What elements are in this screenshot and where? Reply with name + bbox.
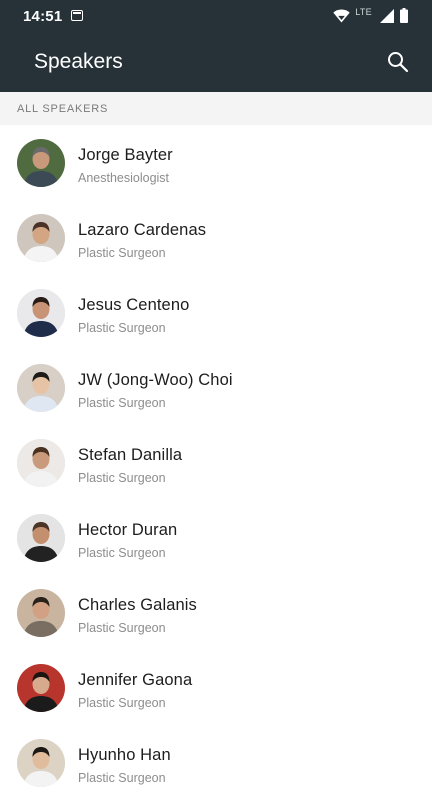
speaker-list-item[interactable]: Charles Galanis Plastic Surgeon: [0, 575, 432, 650]
speaker-role: Anesthesiologist: [78, 171, 170, 185]
speaker-list-item[interactable]: Jennifer Gaona Plastic Surgeon: [0, 650, 432, 725]
speaker-avatar: [17, 664, 65, 712]
speaker-role: Plastic Surgeon: [78, 321, 166, 335]
speaker-name: Stefan Danilla: [78, 446, 183, 464]
page-title: Speakers: [34, 50, 123, 73]
speaker-list-item[interactable]: JW (Jong-Woo) Choi Plastic Surgeon: [0, 350, 432, 425]
speaker-name: Hector Duran: [78, 521, 178, 539]
speaker-name: Jorge Bayter: [78, 146, 173, 164]
speaker-list: Jorge Bayter Anesthesiologist Lazaro Carde…: [0, 125, 432, 800]
calendar-icon: [71, 10, 83, 21]
speaker-avatar: [17, 739, 65, 787]
speaker-list-item[interactable]: Hyunho Han Plastic Surgeon: [0, 725, 432, 800]
speaker-list-item[interactable]: Jesus Centeno Plastic Surgeon: [0, 275, 432, 350]
speaker-role: Plastic Surgeon: [78, 771, 166, 785]
speaker-role: Plastic Surgeon: [78, 396, 166, 410]
speaker-role: Plastic Surgeon: [78, 546, 166, 560]
speaker-list-item[interactable]: Jorge Bayter Anesthesiologist: [0, 125, 432, 200]
speaker-list-item[interactable]: Hector Duran Plastic Surgeon: [0, 500, 432, 575]
speaker-list-item[interactable]: Lazaro Cardenas Plastic Surgeon: [0, 200, 432, 275]
speaker-name: Lazaro Cardenas: [78, 221, 207, 239]
speaker-role: Plastic Surgeon: [78, 696, 166, 710]
speaker-avatar: [17, 139, 65, 187]
section-header: ALL SPEAKERS: [0, 92, 432, 125]
speaker-avatar: [17, 439, 65, 487]
speaker-name: JW (Jong-Woo) Choi: [78, 371, 233, 389]
speaker-name: Charles Galanis: [78, 596, 197, 614]
signal-icon: [380, 9, 394, 23]
speaker-avatar: [17, 214, 65, 262]
section-label: ALL SPEAKERS: [17, 103, 109, 115]
wifi-icon: [333, 9, 350, 23]
speaker-role: Plastic Surgeon: [78, 621, 166, 635]
speaker-role: Plastic Surgeon: [78, 471, 166, 485]
speaker-list-item[interactable]: Stefan Danilla Plastic Surgeon: [0, 425, 432, 500]
app-bar: Speakers: [0, 34, 432, 92]
speaker-avatar: [17, 364, 65, 412]
speaker-name: Jesus Centeno: [78, 296, 190, 314]
speaker-avatar: [17, 289, 65, 337]
speaker-name: Hyunho Han: [78, 746, 171, 764]
battery-icon: [400, 8, 408, 23]
speaker-avatar: [17, 589, 65, 637]
network-type: LTE: [355, 7, 372, 17]
status-bar: 14:51 LTE: [0, 0, 432, 34]
speaker-avatar: [17, 514, 65, 562]
search-button[interactable]: [386, 50, 410, 74]
status-time: 14:51: [23, 8, 63, 25]
speaker-role: Plastic Surgeon: [78, 246, 166, 260]
speaker-name: Jennifer Gaona: [78, 671, 193, 689]
search-icon: [388, 52, 409, 73]
